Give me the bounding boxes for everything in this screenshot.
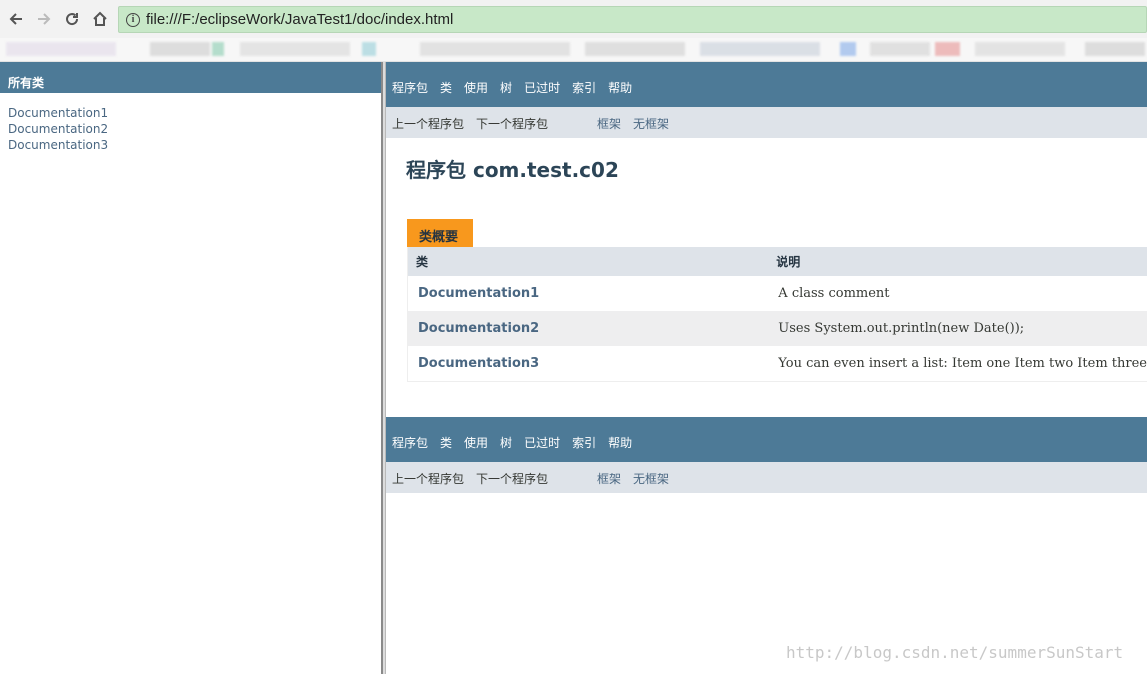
bookmarks-bar (0, 38, 1147, 62)
list-item: Documentation1 (8, 105, 381, 121)
class-summary-tab: 类概要 (407, 219, 473, 247)
back-arrow-icon[interactable] (5, 8, 27, 30)
top-nav-bar: 程序包类使用树已过时 索引 帮助 (386, 62, 1147, 107)
table-row: Documentation1 A class comment (408, 276, 1147, 311)
forward-arrow-icon[interactable] (33, 8, 55, 30)
next-package: 下一个程序包 (476, 472, 549, 486)
class-link-documentation1[interactable]: Documentation1 (8, 106, 108, 120)
frames-link[interactable]: 框架 (597, 117, 621, 131)
nav-use[interactable]: 使用 (464, 81, 488, 95)
blurred-bookmark[interactable] (212, 42, 224, 56)
no-frames-link[interactable]: 无框架 (633, 472, 669, 486)
blurred-bookmark[interactable] (1085, 42, 1145, 56)
prev-package: 上一个程序包 (392, 472, 465, 486)
table-cell-class: Documentation3 (408, 346, 769, 381)
watermark: http://blog.csdn.net/summerSunStart (786, 643, 1124, 662)
all-classes-header: 所有类 (0, 62, 381, 93)
sub-nav-bar: 上一个程序包 下一个程序包 框架 无框架 (386, 107, 1147, 138)
class-link[interactable]: Documentation3 (418, 356, 539, 371)
home-icon[interactable] (89, 8, 111, 30)
class-link[interactable]: Documentation1 (418, 286, 539, 301)
browser-toolbar: i file:///F:/eclipseWork/JavaTest1/doc/i… (0, 0, 1147, 38)
table-cell-class: Documentation2 (407, 311, 769, 346)
package-summary-frame: 程序包类使用树已过时 索引 帮助 上一个程序包 下一个程序包 框架 无框架 程序包 com… (386, 62, 1147, 674)
blurred-bookmark[interactable] (362, 42, 376, 56)
frames-link[interactable]: 框架 (597, 472, 621, 486)
all-classes-frame: 所有类 Documentation1 Documentation2 Docume… (0, 62, 381, 674)
blurred-bookmark[interactable] (150, 42, 210, 56)
class-link-documentation2[interactable]: Documentation2 (8, 122, 108, 136)
class-link[interactable]: Documentation2 (418, 321, 539, 336)
nav-tree[interactable]: 树 (500, 81, 512, 95)
nav-package: 程序包 (392, 436, 429, 450)
column-header-class: 类 (407, 247, 769, 276)
nav-deprecated[interactable]: 已过时 (524, 436, 560, 450)
class-summary-table: 类 说明 Documentation1 A class comment Docu… (407, 247, 1147, 382)
blurred-bookmark[interactable] (420, 42, 570, 56)
blurred-bookmark[interactable] (870, 42, 930, 56)
table-cell-description: You can even insert a list: Item one Ite… (778, 355, 1147, 371)
nav-deprecated[interactable]: 已过时 (524, 81, 560, 95)
class-list: Documentation1 Documentation2 Documentat… (0, 93, 381, 153)
nav-use[interactable]: 使用 (464, 436, 488, 450)
nav-class: 类 (440, 436, 453, 450)
table-header-row: 类 说明 (407, 247, 1147, 276)
info-icon[interactable]: i (126, 13, 140, 27)
list-item: Documentation3 (8, 137, 381, 153)
nav-help[interactable]: 帮助 (608, 81, 632, 95)
address-bar[interactable]: i file:///F:/eclipseWork/JavaTest1/doc/i… (118, 6, 1147, 33)
blurred-bookmark[interactable] (935, 42, 960, 56)
class-link-documentation3[interactable]: Documentation3 (8, 138, 108, 152)
bottom-navigation: 程序包类使用树已过时 索引 帮助 上一个程序包 下一个程序包 框架 无框架 (386, 417, 1147, 493)
blurred-bookmark[interactable] (585, 42, 685, 56)
column-header-description: 说明 (768, 247, 1147, 276)
table-cell-class: Documentation1 (408, 276, 769, 311)
bottom-nav-bar: 程序包类使用树已过时 索引 帮助 (386, 417, 1147, 462)
nav-package: 程序包 (392, 81, 429, 95)
reload-icon[interactable] (61, 8, 83, 30)
nav-class: 类 (440, 81, 453, 95)
table-row: Documentation2 Uses System.out.println(n… (407, 311, 1147, 346)
table-cell-description: A class comment (778, 286, 890, 301)
nav-index[interactable]: 索引 (572, 81, 596, 95)
page-title: 程序包 com.test.c02 (406, 158, 619, 182)
next-package: 下一个程序包 (476, 117, 549, 131)
blurred-bookmark[interactable] (6, 42, 116, 56)
list-item: Documentation2 (8, 121, 381, 137)
blurred-bookmark[interactable] (840, 42, 856, 56)
blurred-bookmark[interactable] (700, 42, 820, 56)
nav-index[interactable]: 索引 (572, 436, 596, 450)
nav-tree[interactable]: 树 (500, 436, 512, 450)
table-cell-description: Uses System.out.println(new Date()); (768, 311, 1147, 346)
blurred-bookmark[interactable] (240, 42, 350, 56)
nav-help[interactable]: 帮助 (608, 436, 632, 450)
prev-package: 上一个程序包 (392, 117, 465, 131)
blurred-bookmark[interactable] (975, 42, 1065, 56)
url-text[interactable]: file:///F:/eclipseWork/JavaTest1/doc/ind… (146, 11, 453, 28)
bottom-sub-nav-bar: 上一个程序包 下一个程序包 框架 无框架 (386, 462, 1147, 493)
no-frames-link[interactable]: 无框架 (633, 117, 669, 131)
table-row: Documentation3 You can even insert a lis… (408, 346, 1147, 381)
